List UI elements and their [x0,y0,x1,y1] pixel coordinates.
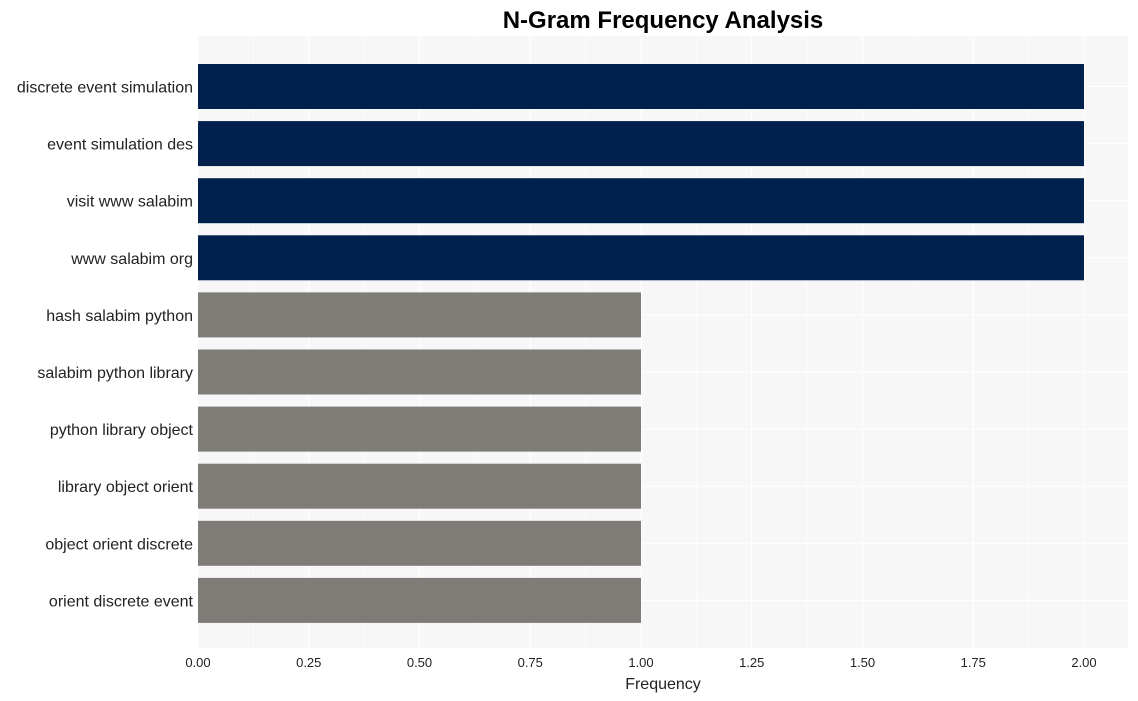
y-tick-label: www salabim org [70,251,193,268]
bar [198,292,641,338]
bar [198,121,1084,167]
bar [198,178,1084,224]
x-axis-ticks: 0.00 0.25 0.50 0.75 1.00 1.25 1.50 1.75 2.00 [185,655,1096,670]
y-axis-labels: discrete event simulation event simulatio… [17,80,194,611]
x-tick-label: 1.00 [628,655,653,670]
y-tick-label: object orient discrete [45,536,193,553]
bar [198,64,1084,109]
y-tick-label: library object orient [58,479,194,496]
x-tick-label: 0.75 [518,655,543,670]
bar [198,235,1084,281]
x-tick-label: 0.50 [407,655,432,670]
x-tick-label: 1.25 [739,655,764,670]
y-tick-label: event simulation des [47,137,193,154]
x-tick-label: 1.75 [961,655,986,670]
ngram-bar-chart: discrete event simulation event simulatio… [17,7,1128,693]
bar [198,577,641,623]
x-axis-label: Frequency [625,676,701,693]
y-tick-label: orient discrete event [49,593,194,610]
y-tick-label: salabim python library [37,365,193,382]
bar [198,349,641,395]
x-tick-label: 2.00 [1071,655,1096,670]
bar [198,406,641,452]
x-tick-label: 0.00 [185,655,210,670]
y-tick-label: discrete event simulation [17,80,193,97]
chart-title: N-Gram Frequency Analysis [503,7,824,34]
y-tick-label: visit www salabim [67,194,193,211]
bar [198,520,641,566]
x-tick-label: 1.50 [850,655,875,670]
y-tick-label: python library object [50,422,194,439]
bar [198,463,641,509]
y-tick-label: hash salabim python [46,308,193,325]
x-tick-label: 0.25 [296,655,321,670]
